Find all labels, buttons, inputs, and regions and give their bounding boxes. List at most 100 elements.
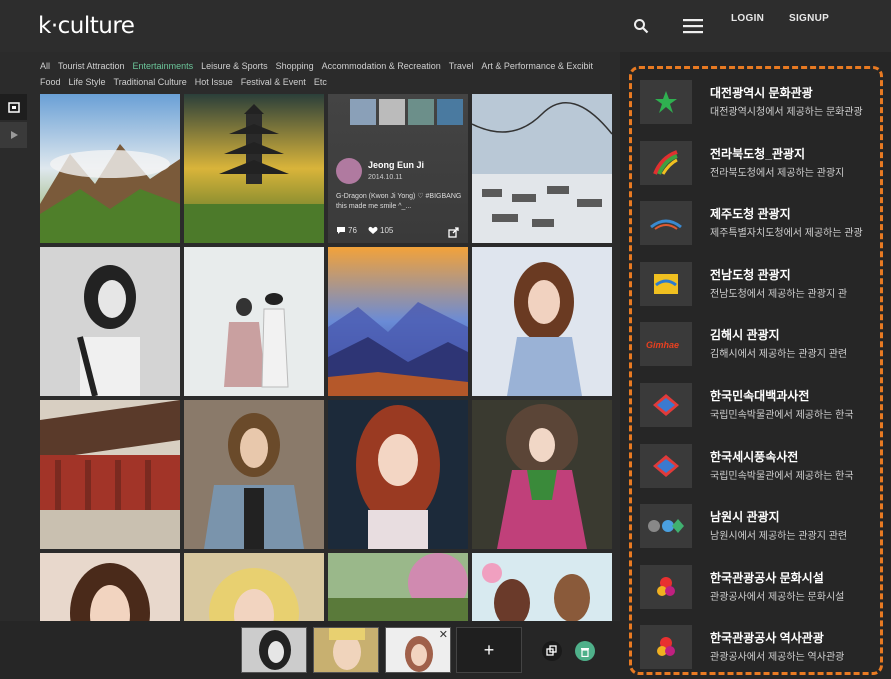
- post-card[interactable]: Jeong Eun Ji 2014.10.11 G-Dragon (Kwon J…: [328, 94, 468, 243]
- photo-tile-blossoms[interactable]: [328, 553, 468, 621]
- data-source-item[interactable]: 제주도청 관광지제주특별자치도청에서 제공하는 관광: [640, 201, 880, 247]
- source-title: 전남도청 관광지: [710, 267, 791, 282]
- source-description: 전남도청에서 제공하는 관광지 관: [710, 288, 848, 300]
- source-description: 전라북도청에서 제공하는 관광지: [710, 167, 845, 179]
- app-logo[interactable]: k·culture: [38, 13, 135, 39]
- category-all[interactable]: All: [40, 58, 50, 74]
- photo-tile-snow-village[interactable]: [472, 94, 612, 243]
- comment-icon: [337, 227, 345, 234]
- source-logo-icon: [640, 504, 692, 549]
- photo-tile-red-hair[interactable]: [328, 400, 468, 549]
- category-art-performance-excibit[interactable]: Art & Performance & Excibit: [481, 58, 593, 74]
- post-username[interactable]: Jeong Eun Ji: [368, 160, 424, 170]
- data-source-item[interactable]: 한국관광공사 문화시설관광공사에서 제공하는 문화시설: [640, 564, 880, 611]
- play-icon: [10, 131, 18, 139]
- selection-tray: ✕ +: [0, 621, 620, 679]
- data-source-item[interactable]: 남원시 관광지남원시에서 제공하는 관광지 관련: [640, 504, 880, 550]
- category-hot-issue[interactable]: Hot Issue: [195, 74, 233, 90]
- signup-link[interactable]: SIGNUP: [789, 13, 829, 24]
- photo-view-tab[interactable]: [0, 94, 27, 120]
- source-logo-icon: [640, 140, 692, 185]
- data-source-item[interactable]: 전남도청 관광지전남도청에서 제공하는 관광지 관: [640, 261, 880, 308]
- share-icon[interactable]: [448, 225, 459, 243]
- source-title: 한국민속대백과사전: [710, 389, 810, 403]
- source-logo-icon: [640, 261, 692, 306]
- source-description: 국립민속박물관에서 제공하는 한국: [710, 470, 854, 482]
- photo-tile-pink-hanbok[interactable]: [472, 400, 612, 549]
- category-tourist-attraction[interactable]: Tourist Attraction: [58, 58, 125, 74]
- search-icon[interactable]: [628, 13, 654, 39]
- data-source-item[interactable]: Gimhae 김해시 관광지김해시에서 제공하는 관광지 관련: [640, 322, 880, 368]
- comments-count[interactable]: 76: [336, 226, 357, 235]
- source-title: 한국관광공사 문화시설: [710, 570, 824, 585]
- source-description: 관광공사에서 제공하는 문화시설: [710, 591, 845, 603]
- source-logo-icon: [640, 80, 692, 124]
- source-logo-icon: [640, 625, 692, 670]
- video-view-tab[interactable]: [0, 122, 27, 148]
- source-logo-icon: [640, 443, 692, 488]
- source-description: 관광공사에서 제공하는 역사관광: [710, 652, 845, 664]
- source-title: 김해시 관광지: [710, 328, 780, 343]
- login-link[interactable]: LOGIN: [731, 13, 764, 24]
- photo-tile-mountains[interactable]: [40, 94, 180, 243]
- camera-icon: [7, 102, 20, 113]
- data-source-item[interactable]: 한국세시풍속사전국립민속박물관에서 제공하는 한국: [640, 443, 880, 490]
- post-date: 2014.10.11: [368, 174, 403, 181]
- source-logo-icon: Gimhae: [640, 322, 692, 367]
- source-description: 남원시에서 제공하는 관광지 관련: [710, 531, 848, 543]
- source-title: 제주도청 관광지: [710, 207, 791, 222]
- source-title: 대전광역시 문화관광: [710, 86, 813, 100]
- source-title: 전라북도청_관광지: [710, 146, 805, 161]
- likes-count[interactable]: 105: [368, 226, 393, 235]
- duplicate-icon[interactable]: [542, 641, 562, 661]
- data-source-item[interactable]: 전라북도청_관광지전라북도청에서 제공하는 관광지: [640, 140, 880, 187]
- source-description: 대전광역시청에서 제공하는 문화관광: [710, 107, 863, 118]
- category-traditional-culture[interactable]: Traditional Culture: [114, 74, 187, 90]
- photo-tile-portrait-4[interactable]: [40, 553, 180, 621]
- photo-tile-blonde[interactable]: [184, 553, 324, 621]
- category-food[interactable]: Food: [40, 74, 61, 90]
- avatar[interactable]: [336, 158, 362, 184]
- remove-thumb-icon[interactable]: ✕: [439, 628, 448, 641]
- category-life-style[interactable]: Life Style: [69, 74, 106, 90]
- post-text: G-Dragon (Kwon Ji Yong) ♡ #BIGBANG this …: [336, 193, 462, 210]
- category-nav: All Tourist Attraction Entertainments Leisu…: [40, 58, 620, 90]
- source-logo-icon: [640, 201, 692, 246]
- category-entertainments[interactable]: Entertainments: [133, 58, 194, 74]
- photo-tile-pagoda[interactable]: [184, 94, 324, 243]
- photo-tile-palace[interactable]: [40, 400, 180, 549]
- menu-icon[interactable]: [680, 13, 706, 39]
- data-source-item[interactable]: 대전광역시 문화관광대전광역시청에서 제공하는 문화관광: [640, 80, 880, 126]
- heart-icon: [368, 226, 378, 234]
- add-image-button[interactable]: +: [456, 627, 522, 673]
- photo-tile-sunset-mountains[interactable]: [328, 247, 468, 396]
- source-description: 제주특별자치도청에서 제공하는 관광: [710, 228, 863, 240]
- source-description: 김해시에서 제공하는 관광지 관련: [710, 349, 848, 361]
- photo-tile-group[interactable]: [472, 553, 612, 621]
- source-description: 국립민속박물관에서 제공하는 한국: [710, 410, 854, 421]
- category-accommodation-recreation[interactable]: Accommodation & Recreation: [322, 58, 441, 74]
- source-logo-icon: [640, 383, 692, 427]
- data-source-item[interactable]: 한국민속대백과사전국립민속박물관에서 제공하는 한국: [640, 383, 880, 429]
- svg-text:Gimhae: Gimhae: [646, 340, 679, 350]
- category-etc[interactable]: Etc: [314, 74, 327, 90]
- selected-thumb-1[interactable]: [241, 627, 307, 673]
- trash-icon[interactable]: [575, 641, 595, 661]
- photo-tile-denim-jacket[interactable]: [184, 400, 324, 549]
- source-title: 한국관광공사 역사관광: [710, 631, 824, 646]
- source-logo-icon: [640, 564, 692, 609]
- photo-tile-portrait-bw[interactable]: [40, 247, 180, 396]
- category-shopping[interactable]: Shopping: [276, 58, 314, 74]
- category-travel[interactable]: Travel: [449, 58, 474, 74]
- selected-thumb-3[interactable]: ✕: [385, 627, 451, 673]
- category-leisure-sports[interactable]: Leisure & Sports: [201, 58, 268, 74]
- selected-thumb-2[interactable]: [313, 627, 379, 673]
- source-title: 한국세시풍속사전: [710, 449, 799, 464]
- top-bar: k·culture LOGIN SIGNUP: [0, 0, 891, 52]
- data-source-item[interactable]: 한국관광공사 역사관광관광공사에서 제공하는 역사관광: [640, 625, 880, 671]
- photo-tile-portrait-long-hair[interactable]: [472, 247, 612, 396]
- view-tabs: [0, 94, 27, 150]
- category-festival-event[interactable]: Festival & Event: [241, 74, 306, 90]
- photo-tile-hanbok-couple[interactable]: [184, 247, 324, 396]
- source-title: 남원시 관광지: [710, 510, 780, 525]
